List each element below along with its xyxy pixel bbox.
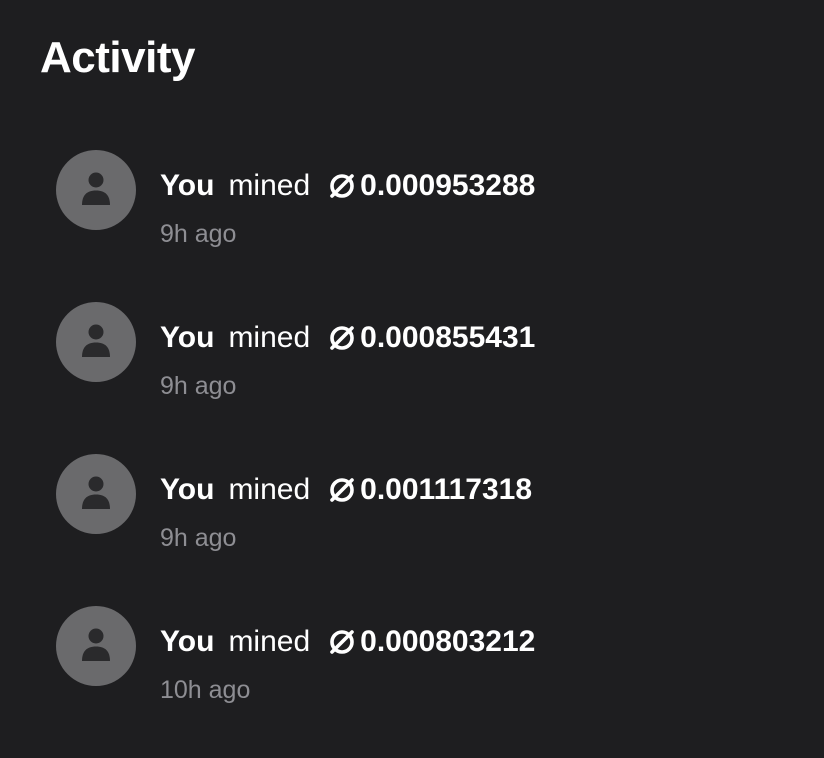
avatar [56,606,136,686]
user-icon [82,476,110,509]
coin-icon [330,174,354,198]
activity-item[interactable]: You mined 0.001117318 9h ago [56,454,796,606]
avatar [56,454,136,534]
activity-verb: mined [228,473,311,506]
activity-actor[interactable]: You [160,624,214,660]
activity-actor[interactable]: You [160,168,214,204]
activity-actor[interactable]: You [160,472,214,508]
activity-description: You mined 0.001117318 [160,472,532,508]
activity-timestamp: 9h ago [160,524,237,552]
activity-item[interactable]: You mined 0.000953288 9h ago [56,150,796,302]
avatar [56,302,136,382]
page-title: Activity [40,33,195,82]
activity-amount: 0.001117318 [360,473,533,506]
activity-verb: mined [228,625,311,658]
activity-item[interactable]: You mined 0.000803212 10h ago [56,606,796,758]
activity-description: You mined 0.000855431 [160,320,535,356]
activity-description: You mined 0.000953288 [160,168,535,204]
activity-item[interactable]: You mined 0.000855431 9h ago [56,302,796,454]
activity-timestamp: 10h ago [160,676,251,704]
user-icon [82,172,110,205]
user-icon [82,628,110,661]
user-icon [82,324,110,357]
activity-amount: 0.000803212 [360,625,536,658]
coin-icon [330,326,354,350]
coin-icon [330,478,354,502]
activity-timestamp: 9h ago [160,372,237,400]
activity-amount: 0.000953288 [360,169,536,202]
activity-description: You mined 0.000803212 [160,624,535,660]
avatar [56,150,136,230]
activity-list: You mined 0.000953288 9h ago You mined 0… [56,150,796,758]
coin-icon [330,630,354,654]
activity-verb: mined [228,321,311,354]
activity-amount: 0.000855431 [360,321,536,354]
activity-actor[interactable]: You [160,320,214,356]
activity-timestamp: 9h ago [160,220,237,248]
activity-page: Activity You mined 0.000953288 9h ago Yo… [0,0,824,744]
activity-verb: mined [228,169,311,202]
